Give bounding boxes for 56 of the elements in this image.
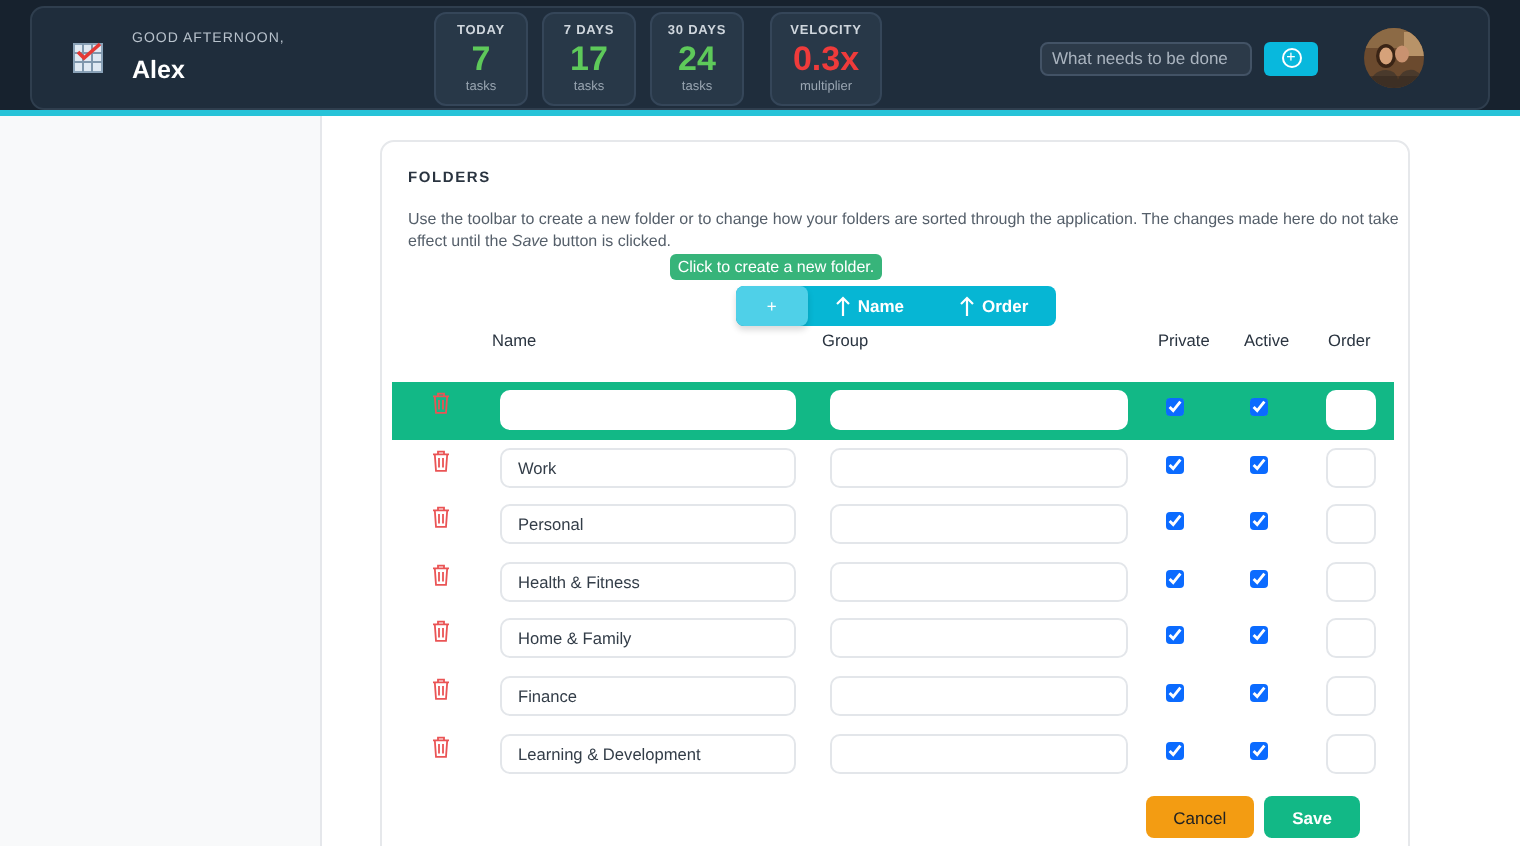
column-header: Name xyxy=(492,328,539,354)
trash-icon[interactable] xyxy=(432,620,450,643)
column-header: Private xyxy=(1158,328,1210,354)
section-description: Use the toolbar to create a new folder or to change how your folders are sorted through the application. The changes made here do not take effect until the Save button is clicked. xyxy=(408,208,1400,252)
column-header: Group xyxy=(822,328,871,354)
tooltip: Click to create a new folder. xyxy=(669,254,883,280)
order-field[interactable] xyxy=(1326,561,1376,602)
name-field[interactable]: Personal xyxy=(500,504,796,545)
private-checkbox[interactable] xyxy=(1166,683,1184,702)
name-field[interactable]: Work xyxy=(500,447,796,488)
arrow-up-icon xyxy=(835,296,850,316)
stat-value: 0.3x xyxy=(792,39,860,77)
name-field[interactable]: Finance xyxy=(500,675,796,716)
active-checkbox[interactable] xyxy=(1250,683,1268,702)
grid-check-icon xyxy=(72,42,104,74)
name-field[interactable]: Health & Fitness xyxy=(500,561,796,602)
active-checkbox[interactable] xyxy=(1250,741,1268,760)
name-field[interactable] xyxy=(500,390,796,430)
private-checkbox[interactable] xyxy=(1166,455,1184,474)
order-field[interactable] xyxy=(1326,504,1376,545)
private-checkbox[interactable] xyxy=(1166,398,1184,416)
group-field[interactable] xyxy=(830,504,1128,545)
group-field[interactable] xyxy=(830,733,1128,774)
stat-value: 24 xyxy=(678,39,716,77)
trash-icon[interactable] xyxy=(432,563,450,586)
private-checkbox[interactable] xyxy=(1166,569,1184,588)
order-field[interactable] xyxy=(1326,618,1376,659)
arrow-up-icon xyxy=(960,296,974,316)
stat-value: 17 xyxy=(570,39,608,77)
private-checkbox[interactable] xyxy=(1166,626,1184,645)
active-checkbox[interactable] xyxy=(1250,398,1268,416)
name-field[interactable]: Learning & Development xyxy=(500,733,796,774)
group-field[interactable] xyxy=(830,618,1128,659)
active-checkbox[interactable] xyxy=(1250,626,1268,645)
active-checkbox[interactable] xyxy=(1250,512,1268,531)
trash-icon[interactable] xyxy=(432,506,450,529)
private-checkbox[interactable] xyxy=(1166,741,1184,760)
active-checkbox[interactable] xyxy=(1250,569,1268,588)
task-input[interactable]: What needs to be done xyxy=(1040,41,1252,75)
private-checkbox[interactable] xyxy=(1166,512,1184,531)
active-checkbox[interactable] xyxy=(1250,455,1268,474)
stat-value: 7 xyxy=(471,39,491,77)
column-header: Order xyxy=(1328,328,1373,354)
group-field[interactable] xyxy=(830,675,1128,716)
column-header: Active xyxy=(1244,328,1292,354)
group-field[interactable] xyxy=(830,561,1128,602)
trash-icon[interactable] xyxy=(432,677,450,700)
order-field[interactable] xyxy=(1326,733,1376,774)
group-field[interactable] xyxy=(830,447,1128,488)
order-field[interactable] xyxy=(1326,675,1376,716)
cancel-button[interactable]: Cancel xyxy=(1145,796,1255,839)
trash-icon[interactable] xyxy=(432,449,450,472)
user-name: Alex xyxy=(132,56,187,84)
trash-icon[interactable] xyxy=(432,735,450,758)
order-field[interactable] xyxy=(1326,447,1376,488)
name-field[interactable]: Home & Family xyxy=(500,618,796,659)
